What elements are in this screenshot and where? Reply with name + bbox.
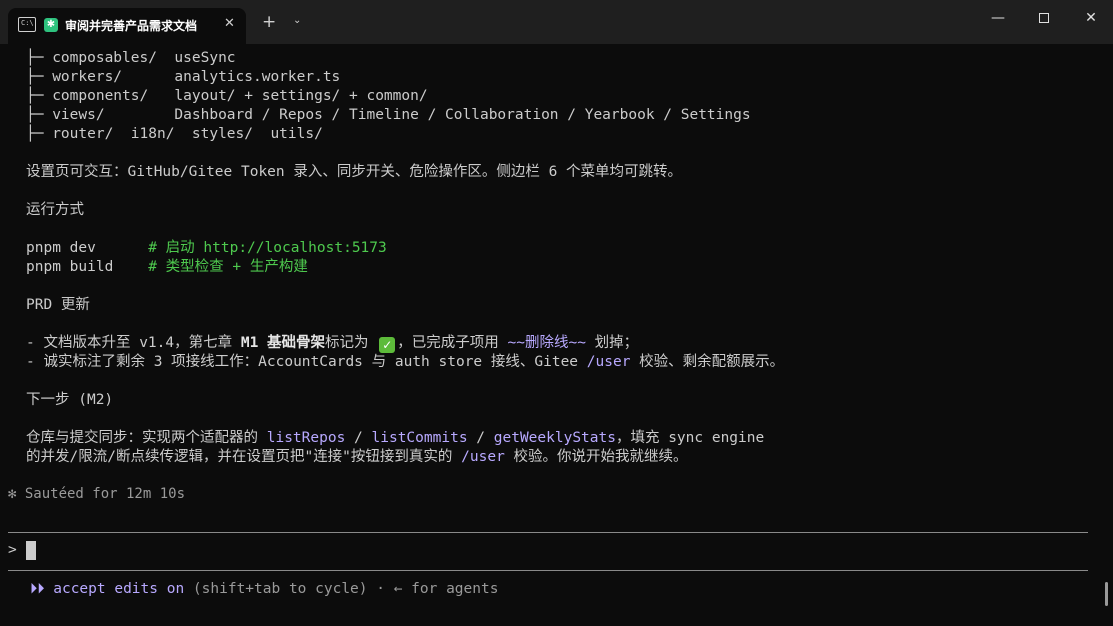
accept-edits-toggle[interactable]: accept edits on <box>53 581 184 597</box>
tree-line: ├─ router/ i18n/ styles/ utils/ <box>26 126 323 142</box>
tree-line: ├─ views/ Dashboard / Repos / Timeline /… <box>26 107 751 123</box>
mode-footer: ⏵⏵ accept edits on (shift+tab to cycle) … <box>30 581 499 597</box>
next-step-line: 仓库与提交同步：实现两个适配器的 listRepos / listCommits… <box>26 430 765 446</box>
tree-line: ├─ composables/ useSync <box>26 50 236 66</box>
app-icon: ✱ <box>44 18 58 32</box>
maximize-button[interactable] <box>1034 10 1054 27</box>
minimize-button[interactable]: — <box>988 10 1008 26</box>
command-line: pnpm build # 类型检查 + 生产构建 <box>26 259 308 275</box>
divider <box>8 532 1088 533</box>
divider <box>8 570 1088 571</box>
input-cursor[interactable] <box>26 541 36 560</box>
prd-update-line: - 诚实标注了剩余 3 项接线工作：AccountCards 与 auth st… <box>26 354 785 370</box>
chevron-down-icon[interactable]: ⌄ <box>293 15 301 26</box>
prompt-symbol: > <box>8 542 17 558</box>
prd-update-line: - 文档版本升至 v1.4，第七章 M1 基础骨架标记为 ✓ ，已完成子项用 ~~… <box>26 335 639 353</box>
next-step-line: 的并发/限流/断点续传逻辑，并在设置页把"连接"按钮接到真实的 /user 校验… <box>26 449 688 465</box>
new-tab-button[interactable]: + <box>262 12 276 32</box>
tab-active[interactable]: C:\ ✱ 审阅并完善产品需求文档 ✕ <box>8 8 246 44</box>
title-bar: C:\ ✱ 审阅并完善产品需求文档 ✕ + ⌄ — ✕ <box>0 0 1113 44</box>
terminal-icon: C:\ <box>18 17 36 32</box>
check-icon: ✓ <box>379 337 396 353</box>
tab-title: 审阅并完善产品需求文档 <box>65 19 198 33</box>
next-heading: 下一步 (M2) <box>26 392 114 408</box>
settings-summary: 设置页可交互：GitHub/Gitee Token 录入、同步开关、危险操作区。… <box>26 164 683 180</box>
run-heading: 运行方式 <box>26 202 84 218</box>
maximize-icon <box>1039 13 1049 23</box>
prd-heading: PRD 更新 <box>26 297 90 313</box>
close-window-button[interactable]: ✕ <box>1081 10 1101 26</box>
command-line: pnpm dev # 启动 http://localhost:5173 <box>26 240 387 256</box>
status-line: ✻ Sautéed for 12m 10s <box>8 486 186 502</box>
tree-line: ├─ workers/ analytics.worker.ts <box>26 69 341 85</box>
tree-line: ├─ components/ layout/ + settings/ + com… <box>26 88 428 104</box>
close-tab-icon[interactable]: ✕ <box>224 16 235 31</box>
scrollbar[interactable] <box>1105 582 1108 606</box>
